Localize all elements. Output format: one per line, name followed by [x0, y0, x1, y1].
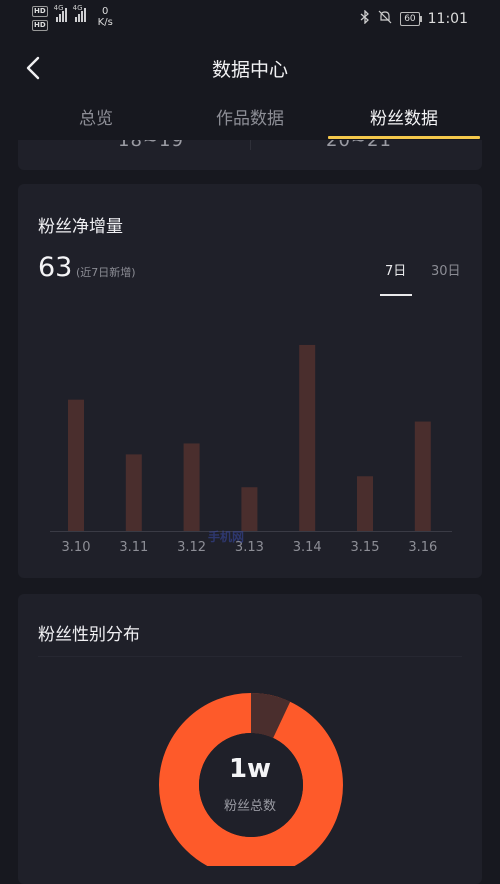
fans-total-value: 1w	[228, 754, 272, 784]
gender-donut-chart	[159, 693, 343, 866]
fans-total-label: 粉丝总数	[223, 799, 276, 814]
donut-hole	[199, 733, 303, 837]
